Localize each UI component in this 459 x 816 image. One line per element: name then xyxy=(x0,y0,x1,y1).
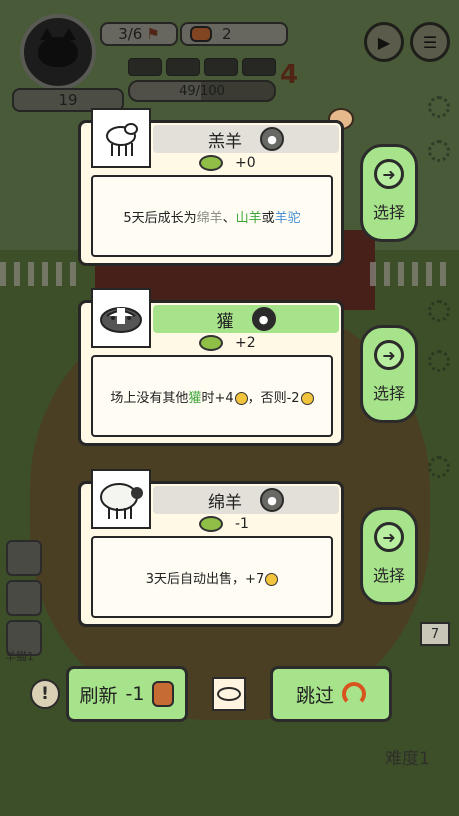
food-stat: +2 xyxy=(199,335,256,351)
side-slot[interactable] xyxy=(6,540,42,576)
pointer-icon: ➜ xyxy=(374,340,404,370)
desc-text: 5天后成长为 xyxy=(123,210,197,226)
sheep-type-icon: ● xyxy=(260,127,284,151)
lamb-icon xyxy=(106,123,138,156)
desc-keyword: 绵羊 xyxy=(196,210,223,226)
choice-card: 獾 ● +2 场上没有其他獾时+4 ，否则-2 xyxy=(78,288,344,446)
card-description: 场上没有其他獾时+4 ，否则-2 xyxy=(91,355,333,437)
select-label: 选择 xyxy=(372,384,405,403)
food-icon xyxy=(199,155,223,171)
food-delta: +0 xyxy=(235,155,256,171)
right-counter: 7 xyxy=(420,622,450,646)
side-slot-label: 羊猫1 xyxy=(5,650,34,663)
alert-button[interactable]: ! xyxy=(30,679,60,709)
desc-keyword: 獾 xyxy=(188,390,202,406)
skip-arrow-icon xyxy=(342,682,366,706)
select-label: 选择 xyxy=(372,203,405,222)
desc-text: 3天后自动出售，+7 xyxy=(145,571,265,587)
coin-icon xyxy=(234,391,248,405)
badger-portrait xyxy=(91,288,151,348)
refresh-button[interactable]: 刷新 -1 xyxy=(66,666,188,722)
desc-keyword: 山羊 xyxy=(235,210,262,226)
card-title-bar: 绵羊 ● xyxy=(153,486,339,514)
select-label: 选择 xyxy=(372,566,405,585)
desc-text: 、 xyxy=(222,210,236,226)
food-stat: -1 xyxy=(199,516,249,532)
card-name: 绵羊 xyxy=(208,492,242,513)
card-description: 3天后自动出售，+7 xyxy=(91,536,333,618)
choice-card: 羔羊 ● +0 5天后成长为绵羊、山羊或羊驼 xyxy=(78,108,344,266)
desc-keyword: 羊驼 xyxy=(274,210,301,226)
sheep-type-icon: ● xyxy=(260,488,284,512)
toggle-view-button[interactable] xyxy=(212,677,246,711)
select-button[interactable]: ➜ 选择 xyxy=(360,507,418,605)
card-title-bar: 羔羊 ● xyxy=(153,125,339,153)
choice-card: 绵羊 ● -1 3天后自动出售，+7 xyxy=(78,469,344,627)
eye-icon xyxy=(217,687,241,701)
card-name: 羔羊 xyxy=(208,131,242,152)
card-description: 5天后成长为绵羊、山羊或羊驼 xyxy=(91,175,333,257)
desc-text: 或 xyxy=(261,210,275,226)
lamb-portrait xyxy=(91,108,151,168)
coin-icon xyxy=(265,572,279,586)
desc-text: 时+4 xyxy=(201,390,234,406)
skip-button[interactable]: 跳过 xyxy=(270,666,392,722)
pointer-icon: ➜ xyxy=(374,522,404,552)
food-delta: +2 xyxy=(235,335,256,351)
badger-type-icon: ● xyxy=(251,307,276,331)
skip-label: 跳过 xyxy=(295,684,334,707)
badger-icon xyxy=(100,307,142,333)
select-button[interactable]: ➜ 选择 xyxy=(360,144,418,242)
food-icon xyxy=(199,335,223,351)
food-delta: -1 xyxy=(235,516,249,532)
side-slot[interactable] xyxy=(6,580,42,616)
food-stat: +0 xyxy=(199,155,256,171)
food-can-icon xyxy=(152,681,175,707)
select-button[interactable]: ➜ 选择 xyxy=(360,325,418,423)
pointer-icon: ➜ xyxy=(374,159,404,189)
exclamation-icon: ! xyxy=(41,684,49,704)
difficulty-label: 难度1 xyxy=(385,749,430,769)
coin-icon xyxy=(300,391,314,405)
refresh-label: 刷新 xyxy=(79,684,118,707)
desc-text: 场上没有其他 xyxy=(110,390,189,406)
card-title-bar: 獾 ● xyxy=(153,305,339,333)
sheep-icon xyxy=(100,483,143,519)
refresh-cost: -1 xyxy=(125,683,145,705)
food-icon xyxy=(199,516,223,532)
desc-text: ，否则-2 xyxy=(247,390,300,406)
card-name: 獾 xyxy=(216,311,234,332)
sheep-portrait xyxy=(91,469,151,529)
